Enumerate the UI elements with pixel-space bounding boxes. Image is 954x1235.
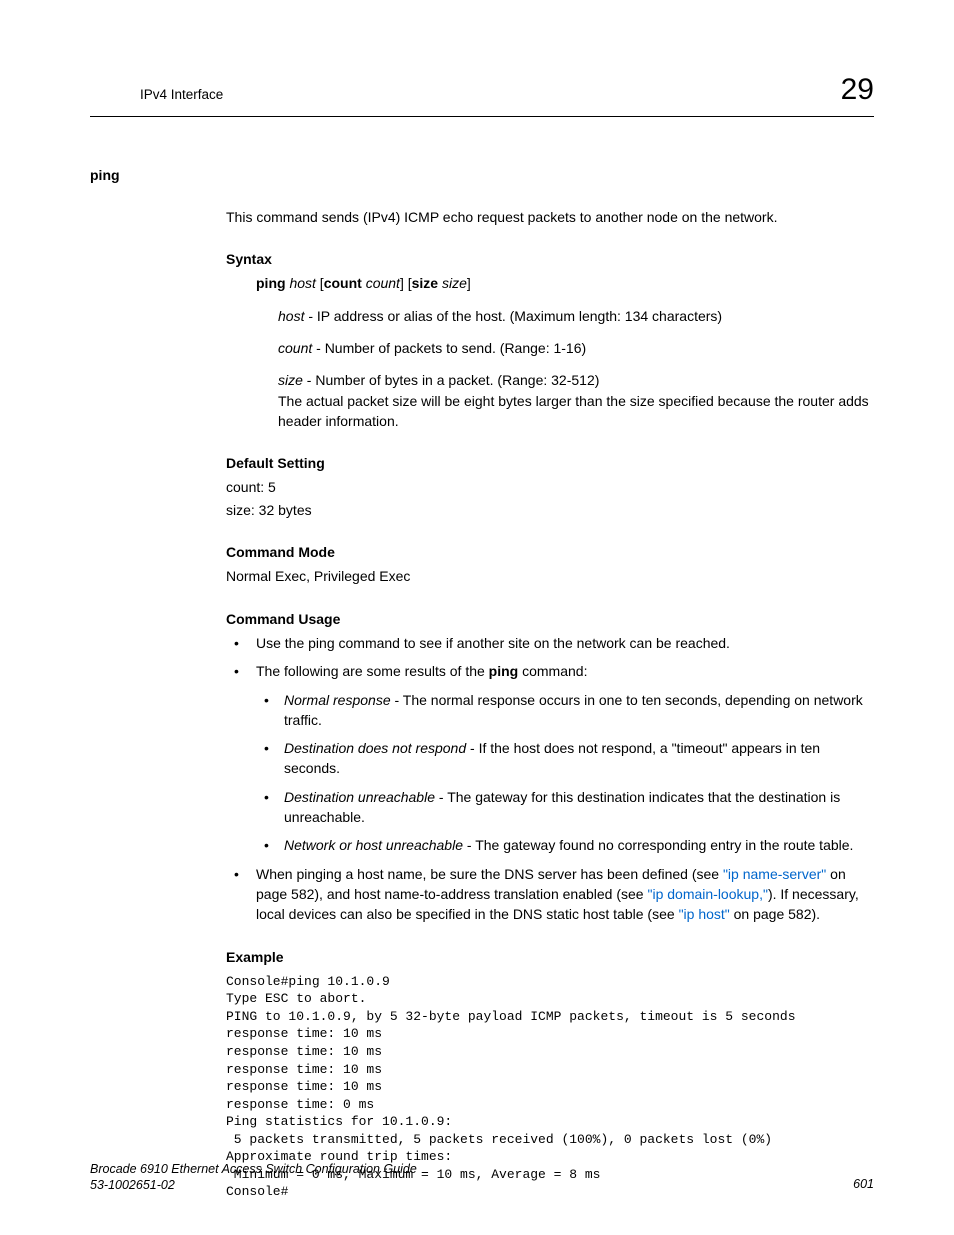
usage-subitem: Normal response - The normal response oc… [256, 690, 874, 731]
usage-item: The following are some results of the pi… [226, 661, 874, 855]
syntax-rb2: ] [467, 275, 471, 291]
usage-item: When pinging a host name, be sure the DN… [226, 864, 874, 925]
link-ip-host[interactable]: "ip host" [679, 906, 730, 922]
param-size: size - Number of bytes in a packet. (Ran… [278, 370, 874, 431]
link-ip-domain-lookup[interactable]: "ip domain-lookup," [647, 886, 767, 902]
footer-title: Brocade 6910 Ethernet Access Switch Conf… [90, 1161, 417, 1177]
syntax-host: host [289, 275, 315, 291]
header-section: IPv4 Interface [90, 85, 223, 105]
command-intro: This command sends (IPv4) ICMP echo requ… [226, 207, 874, 227]
syntax-line: ping host [count count] [size size] [256, 273, 874, 293]
footer-docnum: 53-1002651-02 [90, 1177, 417, 1193]
syntax-arg-size: size [442, 275, 467, 291]
syntax-kw-size: size [412, 275, 438, 291]
header-chapter: 29 [841, 68, 874, 112]
param-count: count - Number of packets to send. (Rang… [278, 338, 874, 358]
example-heading: Example [226, 947, 874, 967]
param-host: host - IP address or alias of the host. … [278, 306, 874, 326]
page-footer: Brocade 6910 Ethernet Access Switch Conf… [90, 1161, 874, 1194]
usage-list: Use the ping command to see if another s… [226, 633, 874, 925]
command-name: ping [90, 165, 874, 185]
mode-heading: Command Mode [226, 542, 874, 562]
syntax-heading: Syntax [226, 249, 874, 269]
usage-item: Use the ping command to see if another s… [226, 633, 874, 653]
default-size: size: 32 bytes [226, 500, 874, 520]
content-body: This command sends (IPv4) ICMP echo requ… [226, 207, 874, 1201]
page-header: IPv4 Interface 29 [90, 68, 874, 117]
mode-text: Normal Exec, Privileged Exec [226, 566, 874, 586]
link-ip-name-server[interactable]: "ip name-server" [723, 866, 826, 882]
syntax-kw-count: count [324, 275, 362, 291]
default-heading: Default Setting [226, 453, 874, 473]
usage-subitem: Destination unreachable - The gateway fo… [256, 787, 874, 828]
footer-page: 601 [853, 1175, 874, 1193]
syntax-cmd: ping [256, 275, 286, 291]
usage-subitem: Network or host unreachable - The gatewa… [256, 835, 874, 855]
usage-subitem: Destination does not respond - If the ho… [256, 738, 874, 779]
syntax-arg-count: count [366, 275, 400, 291]
usage-heading: Command Usage [226, 609, 874, 629]
syntax-lb1: [ [316, 275, 324, 291]
usage-sublist: Normal response - The normal response oc… [256, 690, 874, 856]
default-count: count: 5 [226, 477, 874, 497]
syntax-rb1: ] [ [400, 275, 412, 291]
